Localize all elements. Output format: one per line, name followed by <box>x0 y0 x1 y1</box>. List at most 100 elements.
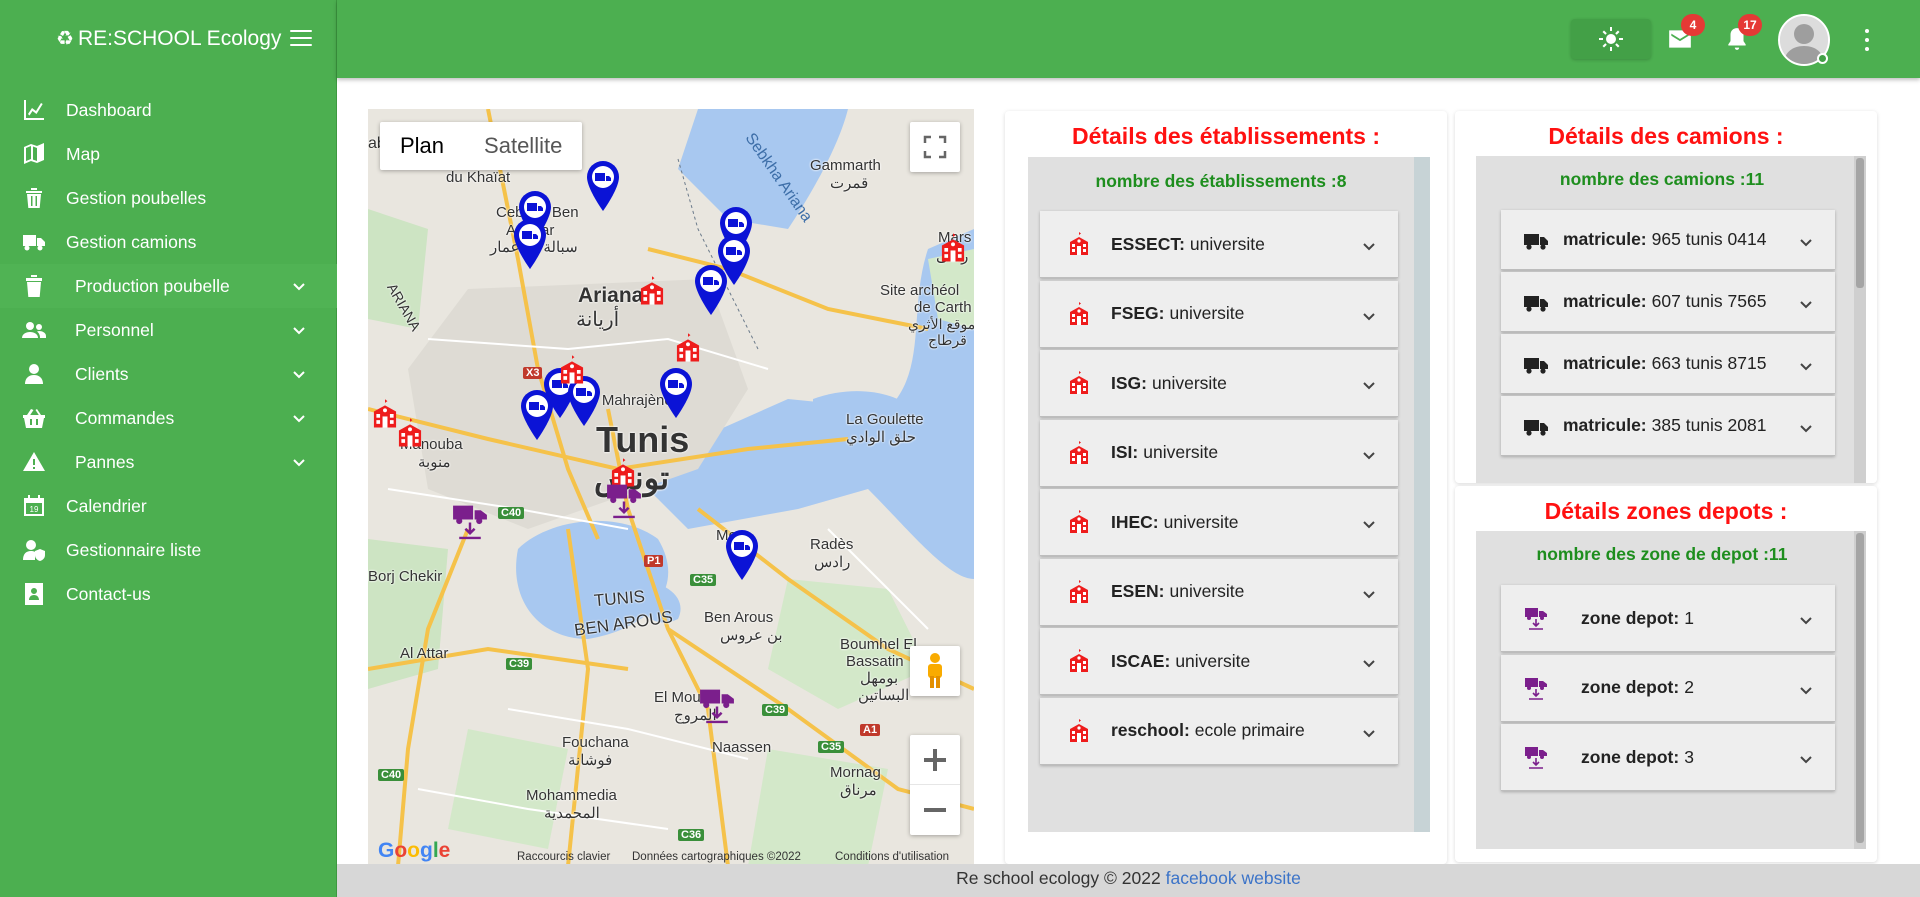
truck-map-marker[interactable] <box>693 263 729 315</box>
sidebar-nav: Dashboard Map Gestion poubelles Gestion … <box>0 88 337 616</box>
school-map-marker[interactable] <box>672 332 704 364</box>
sidebar-item-personnel[interactable]: Personnel <box>0 308 337 352</box>
depots-item[interactable]: zone depot: 2 <box>1501 654 1835 722</box>
camions-card: Détails des camions : nombre des camions… <box>1455 111 1877 483</box>
keyboard-shortcuts-link[interactable]: Raccourcis clavier <box>517 851 610 863</box>
map-type-satellite-button[interactable]: Satellite <box>464 122 582 170</box>
camions-item-value: 663 tunis 8715 <box>1651 353 1767 373</box>
sidebar-item-commandes[interactable]: Commandes <box>0 396 337 440</box>
etablissements-item-value: universite <box>1151 372 1227 393</box>
chevron-down-icon[interactable] <box>1799 611 1813 625</box>
camions-item-key: matricule: <box>1563 291 1647 311</box>
camions-item-value: 385 tunis 2081 <box>1651 415 1767 435</box>
chevron-down-icon[interactable] <box>1362 724 1376 738</box>
chevron-down-icon[interactable] <box>1799 357 1813 371</box>
chevron-down-icon[interactable] <box>1362 585 1376 599</box>
scrollbar[interactable] <box>1854 156 1866 483</box>
map-canvas[interactable] <box>368 109 974 866</box>
theme-toggle-button[interactable] <box>1571 19 1651 59</box>
truck-map-marker[interactable] <box>512 217 548 269</box>
zoom-out-button[interactable] <box>910 785 960 835</box>
fullscreen-button[interactable] <box>910 122 960 172</box>
school-icon <box>1064 229 1094 259</box>
map-label: Radès <box>810 536 854 553</box>
etablissements-item[interactable]: ISG: universite <box>1040 350 1398 417</box>
facebook-link[interactable]: facebook website <box>1166 868 1301 888</box>
camions-item[interactable]: matricule: 385 tunis 2081 <box>1501 396 1835 456</box>
map-type-toggle[interactable]: Plan Satellite <box>380 122 583 170</box>
sidebar-item-clients[interactable]: Clients <box>0 352 337 396</box>
map-data-text: Données cartographiques ©2022 <box>632 851 801 863</box>
etablissements-item[interactable]: ESEN: universite <box>1040 558 1398 626</box>
map-label: قمرت <box>830 175 869 192</box>
chevron-down-icon[interactable] <box>1362 446 1376 460</box>
chevron-down-icon[interactable] <box>1362 307 1376 321</box>
chevron-down-icon[interactable] <box>1799 419 1813 433</box>
warning-icon <box>20 448 48 476</box>
etablissements-item[interactable]: ISI: universite <box>1040 419 1398 487</box>
sidebar-item-gestion-camions[interactable]: Gestion camions <box>0 220 337 264</box>
sidebar-item-pannes[interactable]: Pannes <box>0 440 337 484</box>
more-options-button[interactable] <box>1862 29 1872 51</box>
chevron-down-icon[interactable] <box>1799 295 1813 309</box>
depots-item[interactable]: zone depot: 3 <box>1501 724 1835 791</box>
map-label: Tunis <box>596 419 690 460</box>
sidebar-item-dashboard[interactable]: Dashboard <box>0 88 337 132</box>
sidebar-item-gestion-poubelles[interactable]: Gestion poubelles <box>0 176 337 220</box>
map-type-plan-button[interactable]: Plan <box>380 122 464 170</box>
etablissements-item[interactable]: ESSECT: universite <box>1040 211 1398 278</box>
scrollbar[interactable] <box>1414 157 1430 832</box>
chevron-down-icon[interactable] <box>1362 654 1376 668</box>
map-label: موقع الأثري <box>908 316 974 332</box>
menu-toggle-button[interactable] <box>290 30 312 46</box>
etablissements-item[interactable]: FSEG: universite <box>1040 280 1398 348</box>
etablissements-title: Détails des établissements : <box>1071 123 1381 149</box>
notifications-button[interactable]: 17 <box>1724 14 1762 54</box>
etablissements-item[interactable]: ISCAE: universite <box>1040 628 1398 695</box>
sidebar-item-map[interactable]: Map <box>0 132 337 176</box>
scrollbar-thumb[interactable] <box>1856 533 1864 843</box>
truck-map-marker[interactable] <box>585 159 621 211</box>
truck-map-marker[interactable] <box>658 366 694 418</box>
camions-item[interactable]: matricule: 663 tunis 8715 <box>1501 334 1835 394</box>
sidebar-item-calendrier[interactable]: 19 Calendrier <box>0 484 337 528</box>
school-map-marker[interactable] <box>556 354 588 386</box>
terms-link[interactable]: Conditions d'utilisation <box>835 851 949 863</box>
map[interactable]: ab du Khaïat Cebalat Ben Ammar سبالة بن … <box>368 109 974 866</box>
scrollbar-thumb[interactable] <box>1856 158 1864 288</box>
contact-icon <box>20 580 48 608</box>
school-map-marker[interactable] <box>636 275 668 307</box>
depot-map-marker[interactable] <box>604 480 644 520</box>
camions-item[interactable]: matricule: 965 tunis 0414 <box>1501 210 1835 270</box>
etablissements-card: Détails des établissements : nombre des … <box>1005 111 1447 864</box>
camions-item[interactable]: matricule: 607 tunis 7565 <box>1501 272 1835 332</box>
sidebar-item-contact-us[interactable]: Contact-us <box>0 572 337 616</box>
brand[interactable]: ♻ RE:SCHOOL Ecology <box>56 26 281 51</box>
sidebar-item-gestionnaire-liste[interactable]: Gestionnaire liste <box>0 528 337 572</box>
mail-button[interactable]: 4 <box>1667 14 1705 54</box>
etablissements-item-key: ISI: <box>1111 442 1139 462</box>
chevron-down-icon[interactable] <box>1799 681 1813 695</box>
depot-map-marker[interactable] <box>450 501 490 541</box>
map-label: فوشانة <box>568 752 613 769</box>
etablissements-item[interactable]: reschool: ecole primaire <box>1040 697 1398 765</box>
topbar: 4 17 <box>337 0 1920 78</box>
chevron-down-icon[interactable] <box>1799 233 1813 247</box>
etablissements-item[interactable]: IHEC: universite <box>1040 489 1398 556</box>
etablissements-item-key: ESSECT: <box>1111 233 1185 254</box>
depots-count: nombre des zone de depot :11 <box>1536 544 1788 564</box>
depot-map-marker[interactable] <box>697 685 737 725</box>
depots-item[interactable]: zone depot: 1 <box>1501 585 1835 652</box>
sidebar-item-production-poubelle[interactable]: Production poubelle <box>0 264 337 308</box>
street-view-button[interactable] <box>910 646 960 696</box>
chevron-down-icon[interactable] <box>1799 750 1813 764</box>
truck-map-marker[interactable] <box>724 528 760 580</box>
scrollbar[interactable] <box>1854 531 1866 849</box>
zoom-in-button[interactable] <box>910 735 960 785</box>
school-map-marker[interactable] <box>937 232 969 264</box>
chevron-down-icon[interactable] <box>1362 515 1376 529</box>
school-map-marker[interactable] <box>394 417 426 449</box>
map-label: منوبة <box>418 454 451 471</box>
chevron-down-icon[interactable] <box>1362 237 1376 251</box>
chevron-down-icon[interactable] <box>1362 376 1376 390</box>
